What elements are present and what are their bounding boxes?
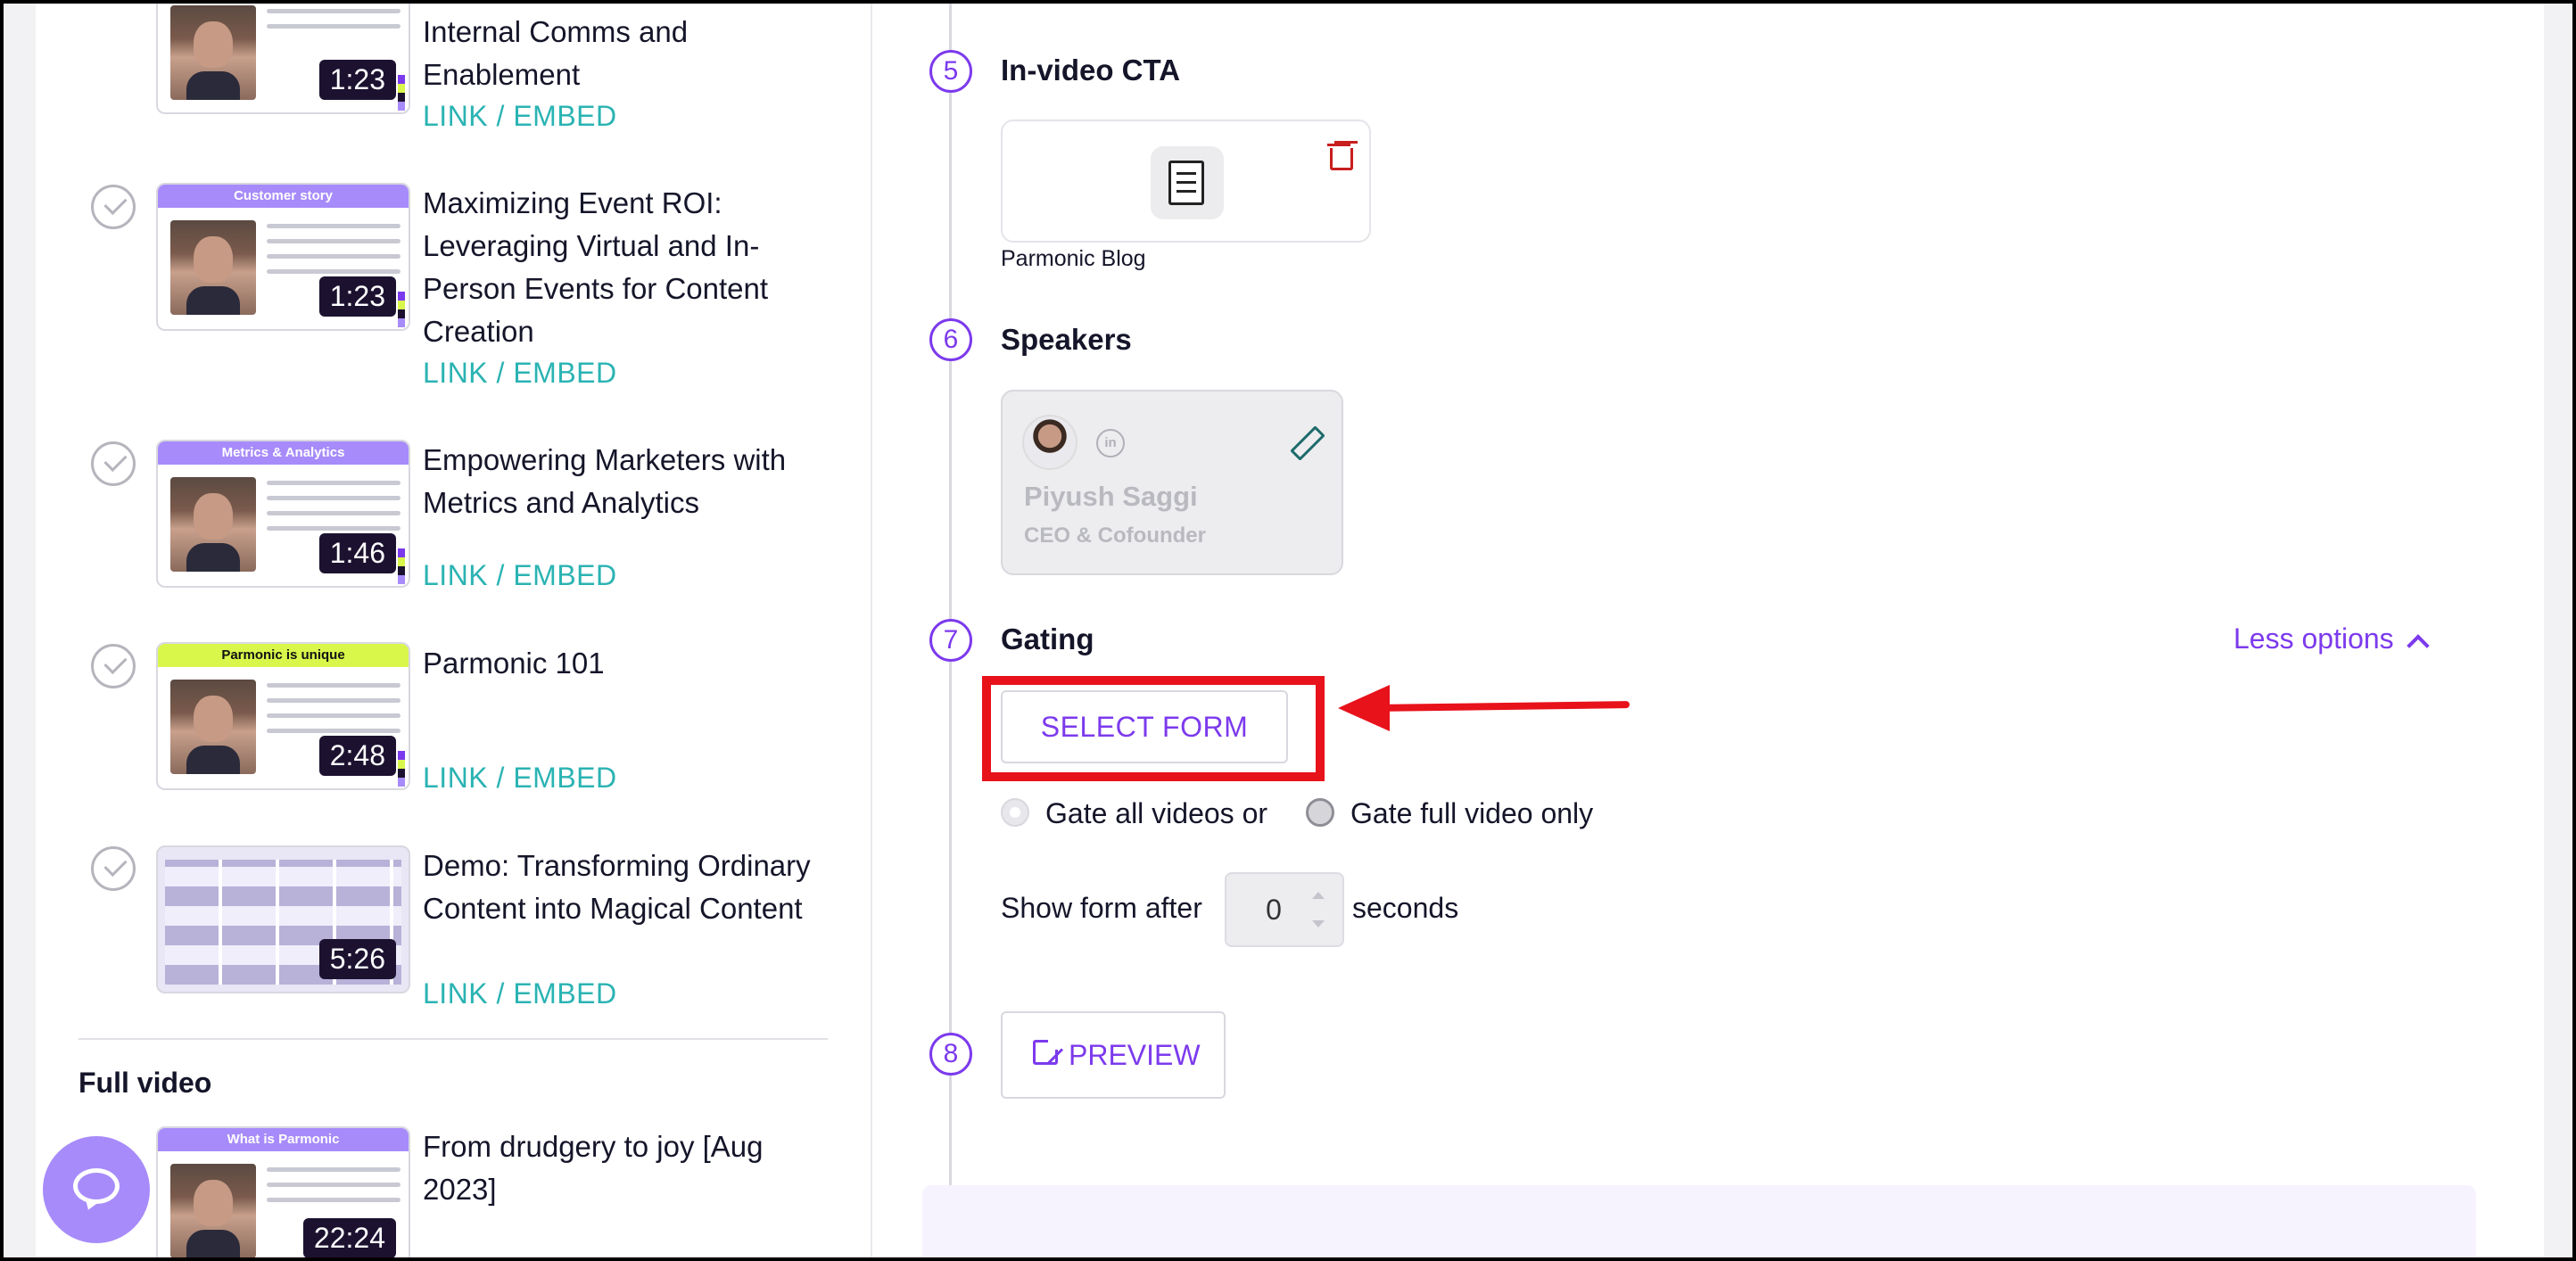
- video-thumbnail[interactable]: What is Parmonic 22:24: [156, 1126, 410, 1257]
- slide-text-lines: [267, 481, 400, 541]
- step-number-badge: 7: [929, 619, 972, 662]
- gate-full-label: Gate full video only: [1350, 797, 1594, 829]
- thumbnail-banner: Parmonic is unique: [158, 644, 409, 667]
- cta-card[interactable]: [1001, 120, 1371, 243]
- section-divider: [78, 1038, 828, 1040]
- video-thumbnail[interactable]: 1:23: [156, 4, 410, 114]
- speaker-face-image: [170, 220, 256, 315]
- slide-text-lines: [267, 1167, 400, 1213]
- duration-badge: 1:46: [318, 533, 396, 573]
- step-title-gating: Gating: [1001, 622, 1094, 655]
- annotation-arrow-head: [1338, 685, 1390, 731]
- video-thumbnail[interactable]: 5:26: [156, 845, 410, 993]
- linkedin-icon[interactable]: in: [1096, 429, 1125, 457]
- full-video-heading: Full video: [78, 1067, 212, 1099]
- step-title-speakers: Speakers: [1001, 323, 1132, 356]
- external-link-icon: [1033, 1037, 1061, 1065]
- speaker-face-image: [170, 680, 256, 774]
- step-number-badge: 6: [929, 318, 972, 361]
- duration-badge: 2:48: [318, 736, 396, 776]
- step-title-cta: In-video CTA: [1001, 54, 1181, 87]
- link-embed-link[interactable]: LINK / EMBED: [423, 357, 617, 390]
- avatar: [1022, 415, 1077, 470]
- duration-badge: 1:23: [318, 60, 396, 100]
- slide-text-lines: [267, 683, 400, 744]
- video-title: From drudgery to joy [Aug 2023]: [423, 1130, 764, 1206]
- video-title: Maximizing Event ROI: Leveraging Virtual…: [423, 186, 769, 348]
- brand-stripes: [398, 75, 405, 111]
- duration-badge: 1:23: [318, 276, 396, 317]
- seconds-label: seconds: [1352, 892, 1459, 924]
- right-gutter: [2544, 4, 2572, 1257]
- gate-full-radio[interactable]: [1306, 797, 1334, 827]
- video-title: Internal Comms and Enablement: [423, 15, 689, 91]
- thumbnail-banner: Customer story: [158, 185, 409, 208]
- bottom-panel: [922, 1185, 2476, 1257]
- check-circle-icon[interactable]: [91, 644, 136, 688]
- video-title: Parmonic 101: [423, 647, 605, 680]
- show-form-after-label: Show form after: [1001, 892, 1202, 924]
- speaker-role: CEO & Cofounder: [1024, 523, 1206, 548]
- brand-stripes: [398, 548, 405, 584]
- duration-badge: 5:26: [318, 939, 396, 979]
- speaker-face-image: [170, 5, 256, 100]
- check-circle-icon[interactable]: [91, 185, 136, 229]
- check-circle-icon[interactable]: [91, 846, 136, 891]
- thumbnail-banner: Metrics & Analytics: [158, 441, 409, 465]
- video-title: Empowering Marketers with Metrics and An…: [423, 443, 787, 519]
- link-embed-link[interactable]: LINK / EMBED: [423, 762, 617, 795]
- video-thumbnail[interactable]: Customer story 1:23: [156, 183, 410, 331]
- video-thumbnail[interactable]: Metrics & Analytics 1:46: [156, 440, 410, 588]
- annotation-arrow-shaft: [1376, 701, 1631, 712]
- link-embed-link[interactable]: LINK / EMBED: [423, 559, 617, 592]
- left-gutter: [4, 4, 36, 1257]
- gate-all-radio[interactable]: [1001, 797, 1029, 827]
- decrement-icon[interactable]: [1312, 920, 1325, 927]
- pencil-icon[interactable]: [1292, 427, 1322, 457]
- blog-logo-icon: [1151, 146, 1224, 219]
- preview-label: PREVIEW: [1069, 1039, 1201, 1071]
- panel-divider: [871, 4, 872, 1257]
- seconds-number-input[interactable]: 0: [1225, 872, 1344, 947]
- gate-all-radio-option[interactable]: Gate all videos or: [1001, 797, 1267, 830]
- duration-badge: 22:24: [302, 1218, 396, 1257]
- cta-name: Parmonic Blog: [1001, 246, 1146, 271]
- chat-support-button[interactable]: [43, 1136, 150, 1243]
- seconds-value: 0: [1266, 894, 1282, 926]
- speaker-face-image: [170, 1164, 256, 1257]
- step-number-badge: 8: [929, 1033, 972, 1076]
- less-options-toggle[interactable]: Less options: [2233, 622, 2430, 657]
- brand-stripes: [398, 292, 405, 327]
- thumbnail-banner: What is Parmonic: [158, 1128, 409, 1151]
- gate-full-radio-option[interactable]: Gate full video only: [1306, 797, 1593, 830]
- gate-all-label: Gate all videos or: [1045, 797, 1268, 829]
- trash-icon[interactable]: [1327, 141, 1353, 170]
- increment-icon[interactable]: [1312, 892, 1325, 899]
- steps-timeline: [949, 4, 952, 1190]
- less-options-label: Less options: [2233, 622, 2394, 655]
- preview-button[interactable]: PREVIEW: [1001, 1011, 1226, 1099]
- video-thumbnail[interactable]: Parmonic is unique 2:48: [156, 642, 410, 790]
- step-number-badge: 5: [929, 50, 972, 93]
- link-embed-link[interactable]: LINK / EMBED: [423, 100, 617, 133]
- speaker-face-image: [170, 477, 256, 572]
- chat-bubble-icon: [73, 1168, 120, 1204]
- app-window: 1:23 Internal Comms and Enablement LINK …: [0, 0, 2576, 1261]
- link-embed-link[interactable]: LINK / EMBED: [423, 977, 617, 1010]
- speaker-name: Piyush Saggi: [1024, 481, 1198, 512]
- brand-stripes: [398, 751, 405, 787]
- slide-text-lines: [267, 224, 400, 284]
- select-form-button[interactable]: SELECT FORM: [1001, 690, 1288, 763]
- chevron-up-icon: [2406, 634, 2430, 657]
- video-title: Demo: Transforming Ordinary Content into…: [423, 849, 811, 925]
- slide-text-lines: [267, 4, 400, 39]
- check-circle-icon[interactable]: [91, 441, 136, 486]
- speaker-card[interactable]: in Piyush Saggi CEO & Cofounder: [1001, 390, 1343, 575]
